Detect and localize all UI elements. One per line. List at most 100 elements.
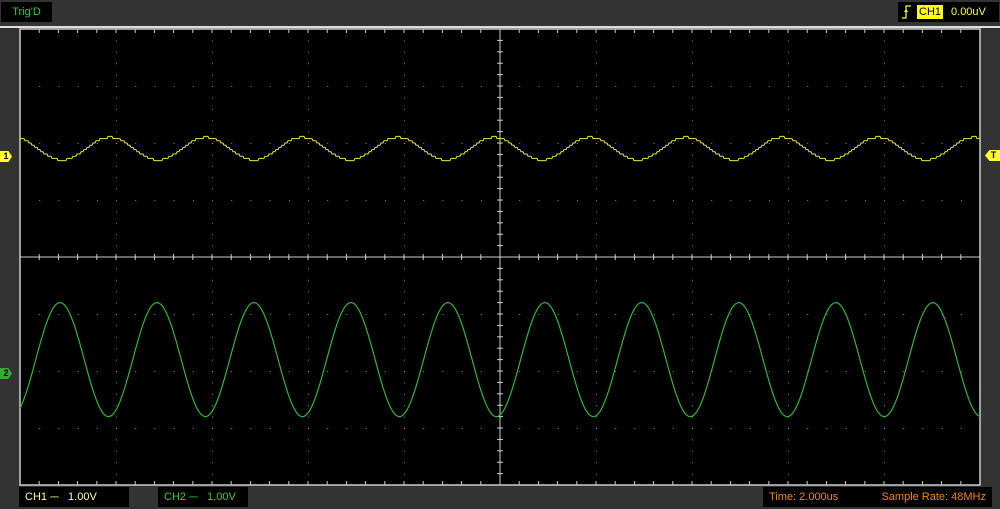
grid-dot [692, 211, 693, 213]
grid-dot [404, 154, 405, 156]
grid-dot [423, 200, 425, 201]
grid-dot [884, 51, 885, 53]
grid-dot [116, 51, 117, 53]
grid-dot [58, 86, 60, 87]
grid-dot [596, 405, 597, 407]
grid-dot [308, 188, 309, 190]
grid-dot [442, 200, 444, 201]
grid-dot [308, 428, 309, 429]
grid-dot [404, 222, 405, 224]
grid-dot [212, 165, 213, 167]
grid-dot [845, 371, 847, 372]
grid-dot [212, 63, 213, 65]
grid-dot [711, 200, 713, 201]
grid-dot [884, 348, 885, 350]
grid-dot [730, 86, 732, 87]
grid-dot [308, 393, 309, 395]
grid-dot [269, 314, 271, 315]
grid-dot [864, 371, 866, 372]
grid-dot [826, 143, 828, 144]
grid-dot [327, 428, 329, 429]
grid-dot [212, 143, 213, 144]
grid-dot [116, 63, 117, 65]
grid-dot [212, 200, 213, 201]
grid-dot [404, 143, 405, 144]
grid-dot [308, 462, 309, 464]
grid-dot [173, 200, 175, 201]
grid-dot [231, 428, 233, 429]
grid-dot [77, 371, 79, 372]
grid-dot [596, 439, 597, 441]
grid-dot [596, 393, 597, 395]
grid-dot [308, 359, 309, 361]
grid-dot [308, 74, 309, 76]
grid-dot [596, 188, 597, 190]
grid-dot [212, 245, 213, 247]
grid-dot [192, 200, 194, 201]
grid-dot [212, 86, 213, 87]
grid-dot [288, 428, 290, 429]
grid-dot [711, 86, 713, 87]
grid-dot [653, 314, 655, 315]
grid-dot [941, 200, 943, 201]
grid-dot [692, 462, 693, 464]
grid-dot [308, 97, 309, 99]
grid-dot [788, 131, 789, 133]
grid-dot [212, 188, 213, 190]
grid-dot [615, 314, 617, 315]
grid-dot [596, 462, 597, 464]
grid-dot [116, 336, 117, 338]
grid-dot [653, 86, 655, 87]
grid-dot [653, 200, 655, 201]
grid-dot [327, 314, 329, 315]
grid-dot [308, 200, 309, 201]
grid-dot [884, 382, 885, 384]
scope-display[interactable] [0, 0, 1000, 509]
grid-dot [692, 108, 693, 110]
grid-dot [596, 279, 597, 281]
grid-dot [96, 200, 98, 201]
grid-dot [404, 120, 405, 122]
grid-dot [692, 188, 693, 190]
grid-dot [941, 371, 943, 372]
grid-dot [884, 359, 885, 361]
grid-dot [596, 382, 597, 384]
grid-dot [596, 131, 597, 133]
grid-dot [269, 371, 271, 372]
grid-dot [788, 359, 789, 361]
grid-dot [884, 63, 885, 65]
grid-dot [231, 371, 233, 372]
grid-dot [941, 428, 943, 429]
grid-dot [116, 200, 117, 201]
grid-dot [884, 473, 885, 475]
grid-dot [404, 450, 405, 452]
grid-dot [903, 428, 905, 429]
ch1-scale[interactable]: CH1 ⎓ 1.00V [19, 487, 129, 507]
grid-dot [615, 143, 617, 144]
grid-dot [692, 200, 693, 201]
grid-dot [864, 143, 866, 144]
dc-coupling-icon: ⎓ [189, 491, 198, 503]
grid-dot [250, 143, 252, 144]
grid-dot [116, 302, 117, 304]
grid-dot [116, 291, 117, 293]
grid-dot [404, 336, 405, 338]
grid-dot [788, 405, 789, 407]
grid-dot [884, 302, 885, 304]
grid-dot [884, 291, 885, 293]
grid-dot [58, 200, 60, 201]
grid-dot [730, 314, 732, 315]
grid-dot [692, 302, 693, 304]
grid-dot [404, 359, 405, 361]
ch2-scale[interactable]: CH2 ⎓ 1.00V [158, 487, 248, 507]
grid-dot [884, 462, 885, 464]
grid-dot [480, 371, 482, 372]
grid-dot [212, 462, 213, 464]
grid-dot [788, 222, 789, 224]
ch2-volts-div: 1.00V [207, 491, 236, 503]
grid-dot [404, 314, 405, 315]
grid-dot [39, 200, 41, 201]
grid-dot [692, 51, 693, 53]
grid-dot [327, 371, 329, 372]
grid-dot [308, 314, 309, 315]
